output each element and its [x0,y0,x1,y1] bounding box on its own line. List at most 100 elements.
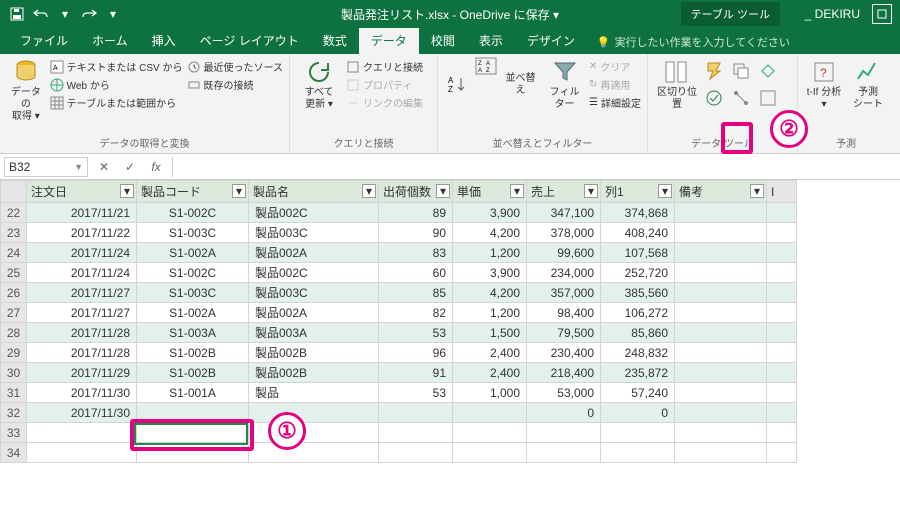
cell[interactable] [675,363,767,383]
cell[interactable]: 2,400 [453,363,527,383]
cell[interactable]: 2017/11/24 [27,243,137,263]
cell[interactable]: 2017/11/27 [27,303,137,323]
row-header[interactable]: 33 [1,423,27,443]
cell[interactable]: 2017/11/29 [27,363,137,383]
name-box[interactable]: B32▼ [4,157,88,177]
cell[interactable]: 90 [379,223,453,243]
cell[interactable] [675,203,767,223]
save-icon[interactable] [6,3,28,25]
cell[interactable]: 89 [379,203,453,223]
recent-sources[interactable]: 最近使ったソース [187,59,284,74]
cell[interactable]: 製品003C [249,223,379,243]
cell[interactable]: 製品003A [249,323,379,343]
cell[interactable]: 85 [379,283,453,303]
cancel-formula-icon[interactable]: ✕ [94,157,114,177]
cell[interactable]: 235,872 [601,363,675,383]
cell[interactable]: 2017/11/27 [27,283,137,303]
cell[interactable]: 製品002B [249,363,379,383]
cell[interactable]: 85,860 [601,323,675,343]
cell[interactable]: 2017/11/28 [27,323,137,343]
column-header[interactable]: 単価▾ [453,181,527,203]
row-header[interactable]: 27 [1,303,27,323]
cell[interactable]: 2017/11/24 [27,263,137,283]
cell[interactable]: S1-003A [137,323,249,343]
column-header[interactable]: 注文日▾ [27,181,137,203]
cell[interactable]: S1-002B [137,343,249,363]
cell[interactable]: 2017/11/21 [27,203,137,223]
sort-button[interactable]: 並べ替え [501,57,540,113]
row-header[interactable]: 29 [1,343,27,363]
tab-insert[interactable]: 挿入 [140,27,188,54]
cell[interactable]: 3,900 [453,263,527,283]
queries-connections[interactable]: クエリと接続 [346,59,423,74]
cell[interactable]: 230,400 [527,343,601,363]
cell[interactable]: 製品003C [249,283,379,303]
cell[interactable]: 4,200 [453,223,527,243]
cell[interactable]: 252,720 [601,263,675,283]
cell[interactable]: 107,568 [601,243,675,263]
cell[interactable] [675,403,767,423]
existing-connections[interactable]: 既存の接続 [187,77,284,92]
data-model-icon[interactable] [758,88,782,112]
remove-duplicates-icon[interactable] [731,61,755,85]
ribbon-display-icon[interactable] [872,4,892,24]
filter-dropdown-icon[interactable]: ▾ [120,184,134,198]
cell[interactable]: S1-002C [137,203,249,223]
tab-design[interactable]: デザイン [515,27,587,54]
cell[interactable]: 357,000 [527,283,601,303]
cell[interactable]: 91 [379,363,453,383]
filter-dropdown-icon[interactable]: ▾ [510,184,524,198]
cell[interactable]: 2017/11/28 [27,343,137,363]
cell[interactable]: 98,400 [527,303,601,323]
relationships-icon[interactable] [731,88,755,112]
row-header[interactable]: 28 [1,323,27,343]
redo-icon[interactable]: ▾ [54,3,76,25]
cell[interactable] [249,403,379,423]
sort-za-icon[interactable]: ZAAZ [475,57,497,75]
cell[interactable]: 218,400 [527,363,601,383]
table-tools-tab[interactable]: テーブル ツール [681,2,780,26]
cell[interactable]: 1,200 [453,243,527,263]
column-header[interactable]: 製品名▾ [249,181,379,203]
column-header[interactable]: 出荷個数▾ [379,181,453,203]
cell[interactable] [379,403,453,423]
tab-file[interactable]: ファイル [8,27,80,54]
column-header[interactable]: 製品コード▾ [137,181,249,203]
flash-fill-icon[interactable] [704,61,728,85]
cell[interactable]: S1-002C [137,263,249,283]
cell[interactable]: 60 [379,263,453,283]
filter-dropdown-icon[interactable]: ▾ [658,184,672,198]
cell[interactable]: 0 [527,403,601,423]
filter-dropdown-icon[interactable]: ▾ [362,184,376,198]
tab-data[interactable]: データ [359,27,419,54]
cell[interactable]: 製品002C [249,203,379,223]
cell[interactable]: 2017/11/30 [27,383,137,403]
clear-filter[interactable]: ✕クリア [589,59,641,74]
filter-dropdown-icon[interactable]: ▾ [436,184,450,198]
cell[interactable]: 3,900 [453,203,527,223]
cell[interactable] [675,303,767,323]
cell[interactable]: 248,832 [601,343,675,363]
cell[interactable]: 106,272 [601,303,675,323]
row-header[interactable]: 23 [1,223,27,243]
row-header[interactable]: 31 [1,383,27,403]
formula-input[interactable] [172,157,900,177]
tab-review[interactable]: 校閲 [419,27,467,54]
filter-dropdown-icon[interactable]: ▾ [584,184,598,198]
column-header[interactable]: 備考▾ [675,181,767,203]
refresh-all-button[interactable]: すべて 更新 ▾ [296,57,342,113]
cell[interactable]: 374,868 [601,203,675,223]
qat-more-icon[interactable]: ▾ [102,3,124,25]
cell[interactable]: 製品002A [249,243,379,263]
filter-dropdown-icon[interactable]: ▾ [750,184,764,198]
cell[interactable]: S1-003C [137,283,249,303]
tab-formulas[interactable]: 数式 [311,27,359,54]
sort-asc-button[interactable]: AZ [444,57,471,113]
cell[interactable] [675,243,767,263]
cell[interactable]: S1-001A [137,383,249,403]
cell[interactable]: S1-002A [137,243,249,263]
cell[interactable]: 57,240 [601,383,675,403]
edit-links[interactable]: リンクの編集 [346,95,423,110]
tab-pagelayout[interactable]: ページ レイアウト [188,27,311,54]
row-header[interactable]: 26 [1,283,27,303]
